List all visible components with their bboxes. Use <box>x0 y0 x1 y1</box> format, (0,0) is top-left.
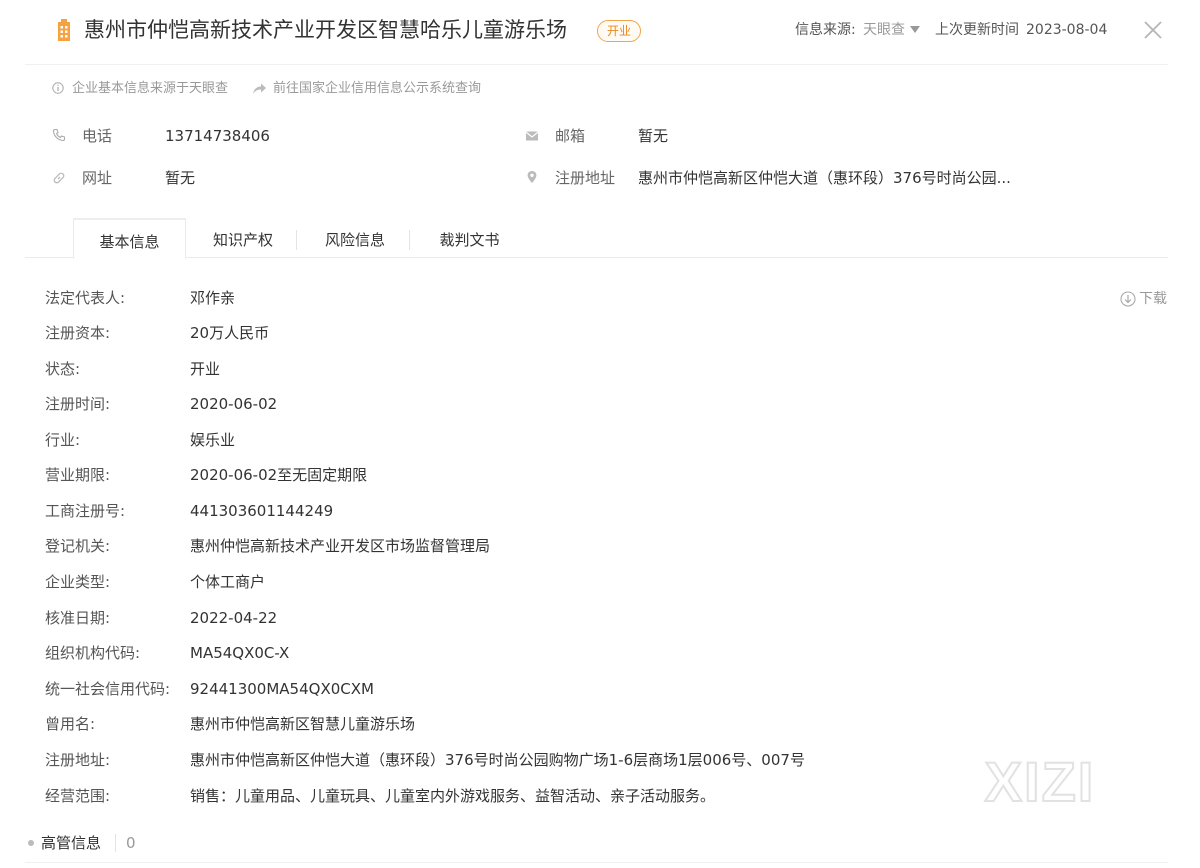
detail-value: 2020-06-02 <box>190 395 278 413</box>
tab-separator <box>409 230 410 250</box>
tab-basic-info[interactable]: 基本信息 <box>73 218 186 259</box>
detail-value: 娱乐业 <box>190 431 236 449</box>
building-icon <box>58 19 70 41</box>
source-dropdown[interactable]: 天眼查 <box>863 20 905 40</box>
bullet-dot <box>28 840 34 846</box>
detail-label: 工商注册号: <box>45 502 126 520</box>
tab-intellectual-property[interactable]: 知识产权 <box>188 218 298 258</box>
detail-label: 行业: <box>45 431 81 449</box>
executives-separator <box>115 834 116 852</box>
detail-value: 惠州市仲恺高新区智慧儿童游乐场 <box>190 715 416 733</box>
detail-value: 惠州市仲恺高新区仲恺大道（惠环段）376号时尚公园购物广场1-6层商场1层006… <box>190 751 805 769</box>
detail-value: 2022-04-22 <box>190 609 278 627</box>
download-icon[interactable] <box>1120 291 1136 307</box>
detail-label: 注册地址: <box>45 751 111 769</box>
source-label: 信息来源: <box>795 22 856 38</box>
detail-value: 20万人民币 <box>190 324 270 342</box>
detail-label: 登记机关: <box>45 537 111 555</box>
detail-label: 营业期限: <box>45 466 111 484</box>
detail-value: 441303601144249 <box>190 502 334 520</box>
header: 惠州市仲恺高新技术产业开发区智慧哈乐儿童游乐场 开业 信息来源: 天眼查 上次更… <box>0 0 1200 64</box>
detail-value: 个体工商户 <box>190 573 266 591</box>
detail-value: 惠州仲恺高新技术产业开发区市场监督管理局 <box>190 537 491 555</box>
address-value: 惠州市仲恺高新区仲恺大道（惠环段）376号时尚公园... <box>638 169 1011 187</box>
email-value: 暂无 <box>638 127 669 145</box>
share-arrow-icon[interactable] <box>252 82 267 95</box>
executives-label[interactable]: 高管信息 <box>41 833 101 853</box>
phone-value: 13714738406 <box>165 127 270 145</box>
detail-value: 92441300MA54QX0CXM <box>190 680 374 698</box>
divider <box>25 64 1168 65</box>
detail-value: 2020-06-02至无固定期限 <box>190 466 368 484</box>
detail-label: 核准日期: <box>45 609 111 627</box>
watermark-text: XIZI <box>985 755 1096 807</box>
national-system-link[interactable]: 前往国家企业信用信息公示系统查询 <box>273 80 481 98</box>
detail-label: 组织机构代码: <box>45 644 141 662</box>
website-label: 网址 <box>82 169 113 187</box>
detail-label: 状态: <box>45 360 81 378</box>
detail-label: 法定代表人: <box>45 289 126 307</box>
detail-label: 经营范围: <box>45 787 111 805</box>
email-label: 邮箱 <box>555 127 586 145</box>
tab-separator <box>296 230 297 250</box>
detail-label: 企业类型: <box>45 573 111 591</box>
detail-value: 销售：儿童用品、儿童玩具、儿童室内外游戏服务、益智活动、亲子活动服务。 <box>190 787 716 805</box>
download-button[interactable]: 下载 <box>1139 289 1167 309</box>
update-label: 上次更新时间 <box>935 22 1019 38</box>
mail-icon <box>525 131 539 141</box>
link-icon <box>53 172 65 184</box>
phone-icon <box>52 128 66 142</box>
basic-info-source-note: 企业基本信息来源于天眼查 <box>72 81 229 96</box>
detail-value: 开业 <box>190 360 221 378</box>
close-icon[interactable] <box>1142 19 1164 41</box>
tab-judgment-documents[interactable]: 裁判文书 <box>413 218 526 258</box>
company-title: 惠州市仲恺高新技术产业开发区智慧哈乐儿童游乐场 <box>84 18 567 42</box>
executives-count: 0 <box>126 834 136 852</box>
bottom-divider <box>25 862 1168 863</box>
detail-label: 注册时间: <box>45 395 111 413</box>
status-badge: 开业 <box>597 20 642 42</box>
detail-value: 邓作亲 <box>190 289 236 307</box>
detail-label: 统一社会信用代码: <box>45 680 171 698</box>
detail-label: 注册资本: <box>45 324 111 342</box>
detail-label: 曾用名: <box>45 715 96 733</box>
watermark: XIZI <box>984 755 1096 807</box>
website-value: 暂无 <box>165 169 196 187</box>
caret-down-icon[interactable] <box>910 26 920 33</box>
detail-value: MA54QX0C-X <box>190 644 290 662</box>
address-label: 注册地址 <box>555 169 616 187</box>
phone-label: 电话 <box>82 127 113 145</box>
update-time: 2023-08-04 <box>1026 22 1108 38</box>
location-pin-icon <box>527 171 537 183</box>
tab-risk-info[interactable]: 风险信息 <box>300 218 410 258</box>
info-circle-icon <box>52 82 64 94</box>
